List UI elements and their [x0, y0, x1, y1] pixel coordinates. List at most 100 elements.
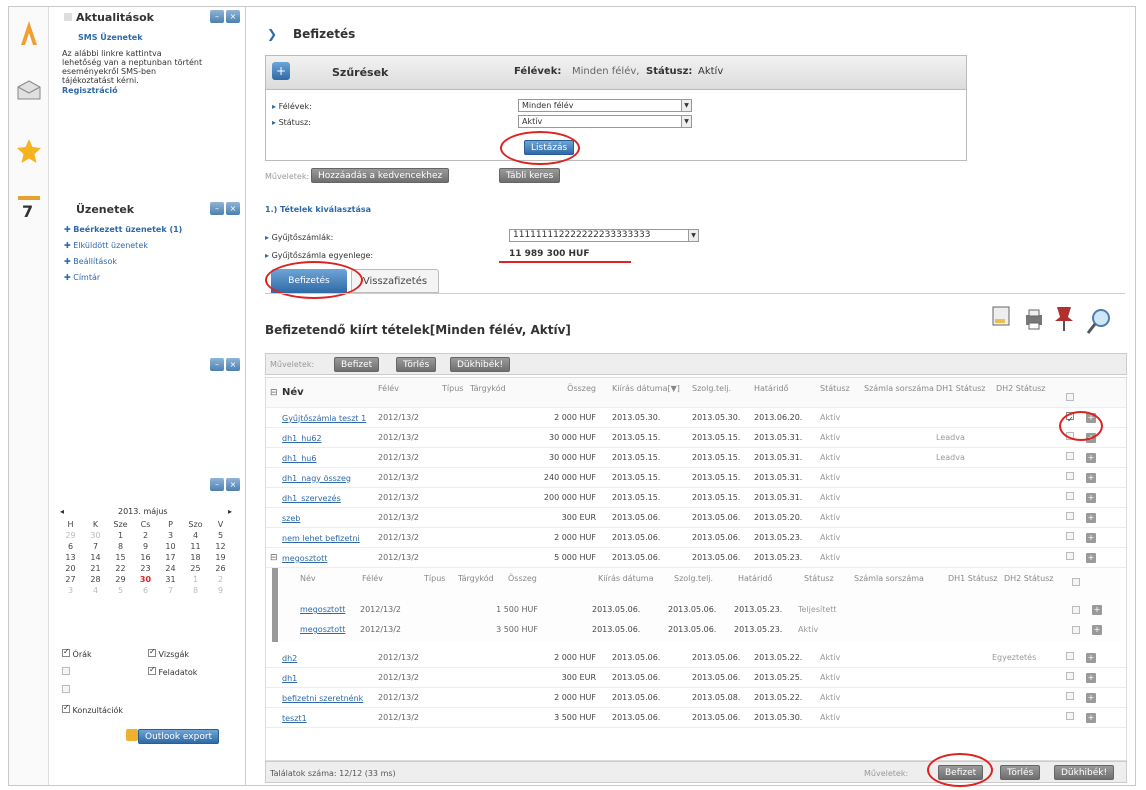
- close-icon[interactable]: ×: [226, 358, 240, 371]
- footer-documents-button[interactable]: Dükhibék!: [1054, 765, 1115, 780]
- calendar-day[interactable]: 4: [183, 530, 208, 541]
- details-icon[interactable]: +: [1086, 413, 1096, 423]
- column-header[interactable]: Név: [282, 388, 372, 398]
- search-icon[interactable]: [1085, 307, 1113, 337]
- calendar-day[interactable]: 20: [58, 563, 83, 574]
- calendar-day[interactable]: 6: [133, 585, 158, 596]
- row-checkbox[interactable]: [1066, 468, 1076, 488]
- list-button[interactable]: Listázás: [524, 140, 575, 155]
- row-checkbox[interactable]: [1066, 528, 1076, 548]
- delete-button[interactable]: Törlés: [396, 357, 437, 372]
- details-icon[interactable]: +: [1086, 653, 1096, 663]
- details-icon[interactable]: +: [1086, 533, 1096, 543]
- calendar-day[interactable]: 19: [208, 552, 233, 563]
- row-checkbox[interactable]: [1066, 548, 1076, 568]
- calendar-day[interactable]: 8: [183, 585, 208, 596]
- calendar-day[interactable]: 8: [108, 541, 133, 552]
- calendar-day[interactable]: 9: [133, 541, 158, 552]
- details-icon[interactable]: +: [1086, 493, 1096, 503]
- subtable-name[interactable]: megosztott: [300, 620, 345, 640]
- checkbox[interactable]: [1072, 626, 1080, 634]
- calendar-day[interactable]: 5: [108, 585, 133, 596]
- row-details-icon[interactable]: +: [1086, 648, 1098, 668]
- account-select[interactable]: 111111112222222233333333 ▼: [509, 229, 699, 242]
- minimize-icon[interactable]: –: [210, 10, 224, 23]
- footer-delete-button[interactable]: Törlés: [1000, 765, 1041, 780]
- row-name-link[interactable]: dh1_szervezés: [282, 488, 372, 508]
- checkbox[interactable]: [1066, 652, 1074, 660]
- minimize-icon[interactable]: –: [210, 358, 224, 371]
- row-name-link[interactable]: dh1_nagy összeg: [282, 468, 372, 488]
- calendar-day[interactable]: 2: [208, 574, 233, 585]
- calendar-day[interactable]: 30: [133, 574, 158, 585]
- semester-select[interactable]: Minden félév ▼: [518, 99, 692, 112]
- close-icon[interactable]: ×: [226, 10, 240, 23]
- row-details-icon[interactable]: +: [1086, 408, 1098, 428]
- column-header[interactable]: Tárgykód: [470, 384, 516, 394]
- add-favorites-button[interactable]: Hozzáadás a kedvencekhez: [311, 168, 450, 183]
- checkbox[interactable]: [1066, 672, 1074, 680]
- close-icon[interactable]: ×: [226, 202, 240, 215]
- row-name-link[interactable]: dh2: [282, 648, 372, 668]
- subtable-column-header[interactable]: DH1 Státusz: [948, 574, 1010, 584]
- row-details-icon[interactable]: +: [1086, 508, 1098, 528]
- message-item-settings[interactable]: ✚ Beállítások: [64, 257, 117, 267]
- checkbox[interactable]: [1072, 606, 1080, 614]
- calendar-day[interactable]: 2: [133, 530, 158, 541]
- row-name-link[interactable]: Gyűjtőszámla teszt 1: [282, 408, 372, 428]
- tab-pay[interactable]: Befizetés: [271, 269, 347, 293]
- table-search-button[interactable]: Tábli keres: [499, 168, 561, 183]
- prev-month-icon[interactable]: ◂: [60, 507, 64, 517]
- calendar-day[interactable]: 6: [58, 541, 83, 552]
- checkbox[interactable]: [1066, 492, 1074, 500]
- calendar-day[interactable]: 22: [108, 563, 133, 574]
- filter-blank[interactable]: [62, 667, 70, 678]
- row-checkbox[interactable]: [1066, 648, 1076, 668]
- calendar-day[interactable]: 23: [133, 563, 158, 574]
- details-icon[interactable]: +: [1086, 433, 1096, 443]
- row-checkbox[interactable]: [1066, 488, 1076, 508]
- row-checkbox[interactable]: [1066, 408, 1076, 430]
- calendar-day[interactable]: 17: [158, 552, 183, 563]
- calendar-day[interactable]: 25: [183, 563, 208, 574]
- checkbox[interactable]: [1066, 532, 1074, 540]
- calendar-day[interactable]: 10: [158, 541, 183, 552]
- column-header[interactable]: DH1 Státusz: [936, 384, 994, 394]
- row-name-link[interactable]: nem lehet befizetni: [282, 528, 372, 548]
- row-details-icon[interactable]: +: [1086, 488, 1098, 508]
- column-header[interactable]: Státusz: [820, 384, 864, 394]
- row-details-icon[interactable]: +: [1086, 708, 1098, 728]
- checkbox[interactable]: [1066, 712, 1074, 720]
- filter-tasks[interactable]: Feladatok: [148, 665, 197, 678]
- expand-icon[interactable]: +: [272, 62, 290, 80]
- close-icon[interactable]: ×: [226, 478, 240, 491]
- calendar-day[interactable]: 1: [108, 530, 133, 541]
- row-name-link[interactable]: dh1: [282, 668, 372, 688]
- calendar-day[interactable]: 24: [158, 563, 183, 574]
- subtable-column-header[interactable]: DH2 Státusz: [1004, 574, 1066, 584]
- filter-classes[interactable]: Órák: [62, 647, 92, 660]
- subtable-column-header[interactable]: Név: [300, 574, 362, 584]
- row-checkbox[interactable]: [1066, 508, 1076, 528]
- column-header[interactable]: Határidő: [754, 384, 814, 394]
- checkbox[interactable]: [1066, 472, 1074, 480]
- documents-button[interactable]: Dükhibék!: [450, 357, 511, 372]
- row-details-icon[interactable]: +: [1086, 528, 1098, 548]
- checkbox[interactable]: [1072, 578, 1080, 586]
- subtable-column-header[interactable]: Szolg.telj.: [674, 574, 736, 584]
- calendar-day[interactable]: 29: [58, 530, 83, 541]
- status-select[interactable]: Aktív ▼: [518, 115, 692, 128]
- subtable-column-header[interactable]: Kiírás dátuma: [598, 574, 660, 584]
- details-icon[interactable]: +: [1086, 453, 1096, 463]
- calendar-day[interactable]: 11: [183, 541, 208, 552]
- row-checkbox[interactable]: [1066, 688, 1076, 708]
- subtable-column-header[interactable]: Határidő: [738, 574, 800, 584]
- calendar-day[interactable]: 7: [158, 585, 183, 596]
- collapse-all-icon[interactable]: ⊟: [270, 378, 280, 408]
- checkbox[interactable]: [1066, 552, 1074, 560]
- star-icon[interactable]: [15, 137, 43, 165]
- calendar-day[interactable]: 21: [83, 563, 108, 574]
- row-name-link[interactable]: dh1_hu62: [282, 428, 372, 448]
- column-header[interactable]: Kiírás dátuma[▼]: [612, 384, 682, 394]
- message-item-sent[interactable]: ✚ Elküldött üzenetek: [64, 241, 148, 251]
